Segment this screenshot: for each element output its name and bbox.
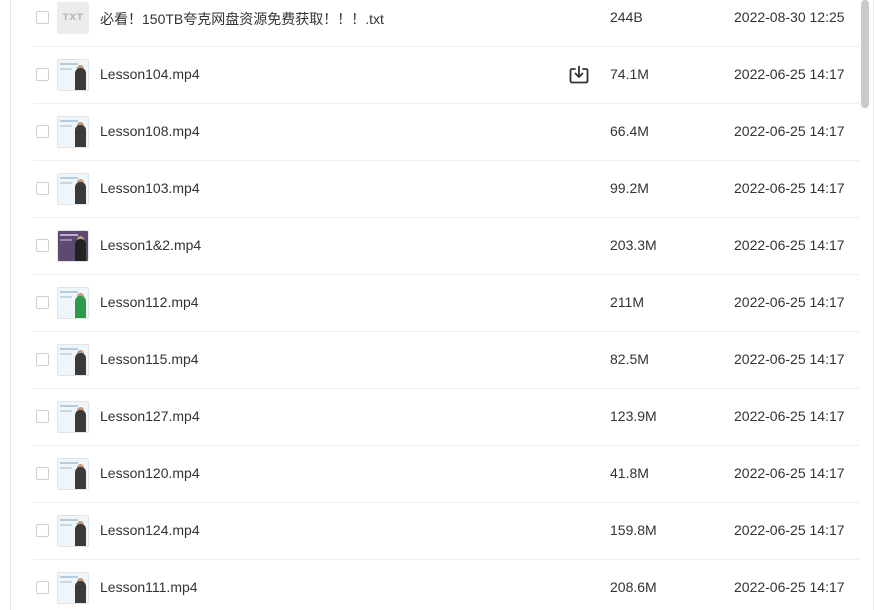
- file-row[interactable]: Lesson127.mp4 123.9M 2022-06-25 14:17: [33, 389, 859, 446]
- file-name[interactable]: Lesson103.mp4: [100, 180, 200, 196]
- row-checkbox[interactable]: [36, 524, 49, 537]
- vertical-scrollbar[interactable]: [861, 0, 869, 598]
- file-size: 66.4M: [610, 123, 649, 139]
- file-size: 159.8M: [610, 522, 657, 538]
- file-size: 244B: [610, 9, 643, 25]
- file-size: 211M: [610, 294, 644, 310]
- scrollbar-thumb[interactable]: [861, 0, 869, 108]
- file-date: 2022-06-25 14:17: [734, 465, 845, 481]
- file-name[interactable]: Lesson104.mp4: [100, 66, 200, 82]
- file-row[interactable]: Lesson104.mp4 74.1M 2022-06-25 14:17: [33, 47, 859, 104]
- video-thumbnail: [57, 344, 89, 376]
- row-checkbox[interactable]: [36, 410, 49, 423]
- file-row[interactable]: Lesson108.mp4 66.4M 2022-06-25 14:17: [33, 104, 859, 161]
- row-checkbox[interactable]: [36, 296, 49, 309]
- row-checkbox[interactable]: [36, 581, 49, 594]
- file-date: 2022-06-25 14:17: [734, 579, 845, 595]
- file-size: 208.6M: [610, 579, 657, 595]
- file-date: 2022-06-25 14:17: [734, 123, 845, 139]
- video-thumbnail: [57, 572, 89, 604]
- file-size: 203.3M: [610, 237, 657, 253]
- file-name[interactable]: Lesson124.mp4: [100, 522, 200, 538]
- row-checkbox[interactable]: [36, 182, 49, 195]
- file-row[interactable]: Lesson115.mp4 82.5M 2022-06-25 14:17: [33, 332, 859, 389]
- video-thumbnail: [57, 116, 89, 148]
- row-checkbox[interactable]: [36, 353, 49, 366]
- file-date: 2022-06-25 14:17: [734, 237, 845, 253]
- file-date: 2022-06-25 14:17: [734, 294, 845, 310]
- file-list-panel: TXT 必看！150TB夸克网盘资源免费获取！！！.txt 244B 2022-08-…: [10, 0, 874, 610]
- file-size: 99.2M: [610, 180, 649, 196]
- row-checkbox[interactable]: [36, 11, 49, 24]
- file-date: 2022-06-25 14:17: [734, 408, 845, 424]
- download-icon[interactable]: [568, 64, 590, 86]
- file-date: 2022-06-25 14:17: [734, 180, 845, 196]
- file-date: 2022-06-25 14:17: [734, 66, 845, 82]
- video-thumbnail: [57, 173, 89, 205]
- file-row[interactable]: Lesson1&2.mp4 203.3M 2022-06-25 14:17: [33, 218, 859, 275]
- file-size: 123.9M: [610, 408, 657, 424]
- row-checkbox[interactable]: [36, 125, 49, 138]
- file-name[interactable]: Lesson108.mp4: [100, 123, 200, 139]
- video-thumbnail: [57, 230, 89, 262]
- file-date: 2022-06-25 14:17: [734, 351, 845, 367]
- file-row[interactable]: Lesson112.mp4 211M 2022-06-25 14:17: [33, 275, 859, 332]
- file-name[interactable]: Lesson120.mp4: [100, 465, 200, 481]
- row-checkbox[interactable]: [36, 467, 49, 480]
- file-date: 2022-08-30 12:25: [734, 9, 845, 25]
- video-thumbnail: [57, 515, 89, 547]
- txt-file-icon: TXT: [57, 2, 89, 34]
- video-thumbnail: [57, 59, 89, 91]
- file-name[interactable]: Lesson127.mp4: [100, 408, 200, 424]
- file-size: 82.5M: [610, 351, 649, 367]
- file-row[interactable]: Lesson124.mp4 159.8M 2022-06-25 14:17: [33, 503, 859, 560]
- file-name[interactable]: Lesson1&2.mp4: [100, 237, 201, 253]
- file-row[interactable]: Lesson120.mp4 41.8M 2022-06-25 14:17: [33, 446, 859, 503]
- video-thumbnail: [57, 287, 89, 319]
- file-date: 2022-06-25 14:17: [734, 522, 845, 538]
- file-name[interactable]: Lesson111.mp4: [100, 579, 198, 595]
- file-name[interactable]: Lesson112.mp4: [100, 294, 199, 310]
- video-thumbnail: [57, 458, 89, 490]
- txt-file-label: TXT: [62, 13, 84, 23]
- file-row[interactable]: Lesson103.mp4 99.2M 2022-06-25 14:17: [33, 161, 859, 218]
- row-checkbox[interactable]: [36, 68, 49, 81]
- file-name[interactable]: Lesson115.mp4: [100, 351, 199, 367]
- file-row[interactable]: Lesson111.mp4 208.6M 2022-06-25 14:17: [33, 560, 859, 610]
- video-thumbnail: [57, 401, 89, 433]
- row-checkbox[interactable]: [36, 239, 49, 252]
- file-list: TXT 必看！150TB夸克网盘资源免费获取！！！.txt 244B 2022-08-…: [11, 0, 859, 610]
- file-name[interactable]: 必看！150TB夸克网盘资源免费获取！！！.txt: [100, 9, 384, 29]
- file-row[interactable]: TXT 必看！150TB夸克网盘资源免费获取！！！.txt 244B 2022-08-…: [33, 0, 859, 47]
- file-size: 74.1M: [610, 66, 649, 82]
- file-size: 41.8M: [610, 465, 649, 481]
